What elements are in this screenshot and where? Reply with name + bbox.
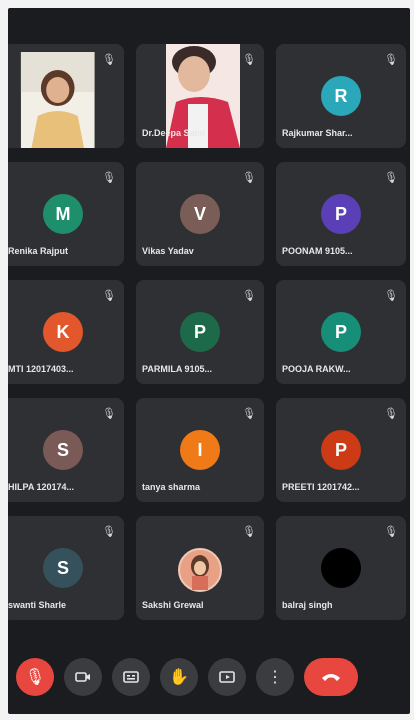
participant-name: swanti Sharle — [8, 600, 67, 610]
hand-icon: ✋ — [169, 669, 189, 686]
participant-avatar: P — [321, 194, 361, 234]
participant-tile[interactable]: 🎙 P PARMILA 9105... — [136, 280, 264, 384]
participant-name: Renika Rajput — [8, 246, 69, 256]
captions-button[interactable] — [112, 658, 150, 696]
mic-muted-icon: 🎙 — [102, 172, 116, 184]
participant-name: HILPA 120174... — [8, 482, 75, 492]
participant-tile[interactable]: 🎙 V Vikas Yadav — [136, 162, 264, 266]
participant-avatar: S — [43, 430, 83, 470]
participant-avatar: S — [43, 548, 83, 588]
participant-avatar: K — [43, 312, 83, 352]
participant-avatar: P — [321, 312, 361, 352]
participant-avatar — [321, 548, 361, 588]
participant-tile[interactable]: 🎙 S swanti Sharle — [8, 516, 124, 620]
participant-avatar: P — [180, 312, 220, 352]
participant-name: balraj singh — [282, 600, 333, 610]
camera-icon — [75, 672, 90, 682]
mic-muted-icon: 🎙 — [384, 408, 398, 420]
camera-toggle-button[interactable] — [64, 658, 102, 696]
participant-tile[interactable]: 🎙 P PREETI 1201742... — [276, 398, 406, 502]
participant-name: Rajkumar Shar... — [282, 128, 353, 138]
avatar-photo — [191, 555, 209, 590]
mic-muted-icon: 🎙 — [384, 290, 398, 302]
mic-off-icon: 🎙 — [24, 669, 46, 686]
participant-avatar: R — [321, 76, 361, 116]
participant-tile[interactable]: 🎙 K MTI 12017403... — [8, 280, 124, 384]
participant-name: MTI 12017403... — [8, 364, 74, 374]
raise-hand-button[interactable]: ✋ — [160, 658, 198, 696]
end-call-button[interactable] — [304, 658, 358, 696]
participant-avatar: P — [321, 430, 361, 470]
captions-icon — [123, 671, 139, 683]
participant-tile[interactable]: 🎙 balraj singh — [276, 516, 406, 620]
participant-tile[interactable]: 🎙 Dr.Deepa Saini — [136, 44, 264, 148]
mic-muted-icon: 🎙 — [102, 290, 116, 302]
mic-muted-icon: 🎙 — [384, 526, 398, 538]
more-options-button[interactable]: ⋮ — [256, 658, 294, 696]
participant-name: POONAM 9105... — [282, 246, 353, 256]
call-controls-bar: 🎙 ✋ ⋮ — [8, 640, 410, 714]
participant-name: POOJA RAKW... — [282, 364, 351, 374]
participant-name: PREETI 1201742... — [282, 482, 360, 492]
mic-toggle-button[interactable]: 🎙 — [16, 658, 54, 696]
mic-muted-icon: 🎙 — [384, 54, 398, 66]
participant-avatar-photo — [178, 548, 222, 592]
participant-name: tanya sharma — [142, 482, 201, 492]
present-icon — [219, 671, 235, 683]
participant-tile[interactable]: 🎙 P POONAM 9105... — [276, 162, 406, 266]
participant-tile[interactable]: 🎙 S HILPA 120174... — [8, 398, 124, 502]
mic-muted-icon: 🎙 — [102, 408, 116, 420]
participant-avatar: M — [43, 194, 83, 234]
participant-tile[interactable]: 🎙 Sakshi Grewal — [136, 516, 264, 620]
mic-muted-icon: 🎙 — [102, 526, 116, 538]
participant-grid: 🎙 🎙 Dr.Deepa Saini 🎙 R Rajkumar Shar... … — [8, 44, 410, 620]
participant-avatar: V — [180, 194, 220, 234]
mic-muted-icon: 🎙 — [242, 172, 256, 184]
participant-name: Dr.Deepa Saini — [142, 128, 206, 138]
present-button[interactable] — [208, 658, 246, 696]
mic-muted-icon: 🎙 — [384, 172, 398, 184]
mic-muted-icon: 🎙 — [242, 54, 256, 66]
end-call-icon — [322, 674, 340, 681]
participant-name: Vikas Yadav — [142, 246, 194, 256]
mic-muted-icon: 🎙 — [242, 290, 256, 302]
participant-name: PARMILA 9105... — [142, 364, 213, 374]
participant-tile[interactable]: 🎙 I tanya sharma — [136, 398, 264, 502]
participant-avatar: I — [180, 430, 220, 470]
more-vert-icon: ⋮ — [267, 669, 283, 686]
participant-tile[interactable]: 🎙 — [8, 44, 124, 148]
meeting-window: 🎙 🎙 Dr.Deepa Saini 🎙 R Rajkumar Shar... … — [8, 8, 410, 714]
participant-tile[interactable]: 🎙 R Rajkumar Shar... — [276, 44, 406, 148]
participant-name: Sakshi Grewal — [142, 600, 204, 610]
participant-tile[interactable]: 🎙 P POOJA RAKW... — [276, 280, 406, 384]
mic-muted-icon: 🎙 — [102, 54, 116, 66]
mic-muted-icon: 🎙 — [242, 526, 256, 538]
participant-tile[interactable]: 🎙 M Renika Rajput — [8, 162, 124, 266]
mic-muted-icon: 🎙 — [242, 408, 256, 420]
